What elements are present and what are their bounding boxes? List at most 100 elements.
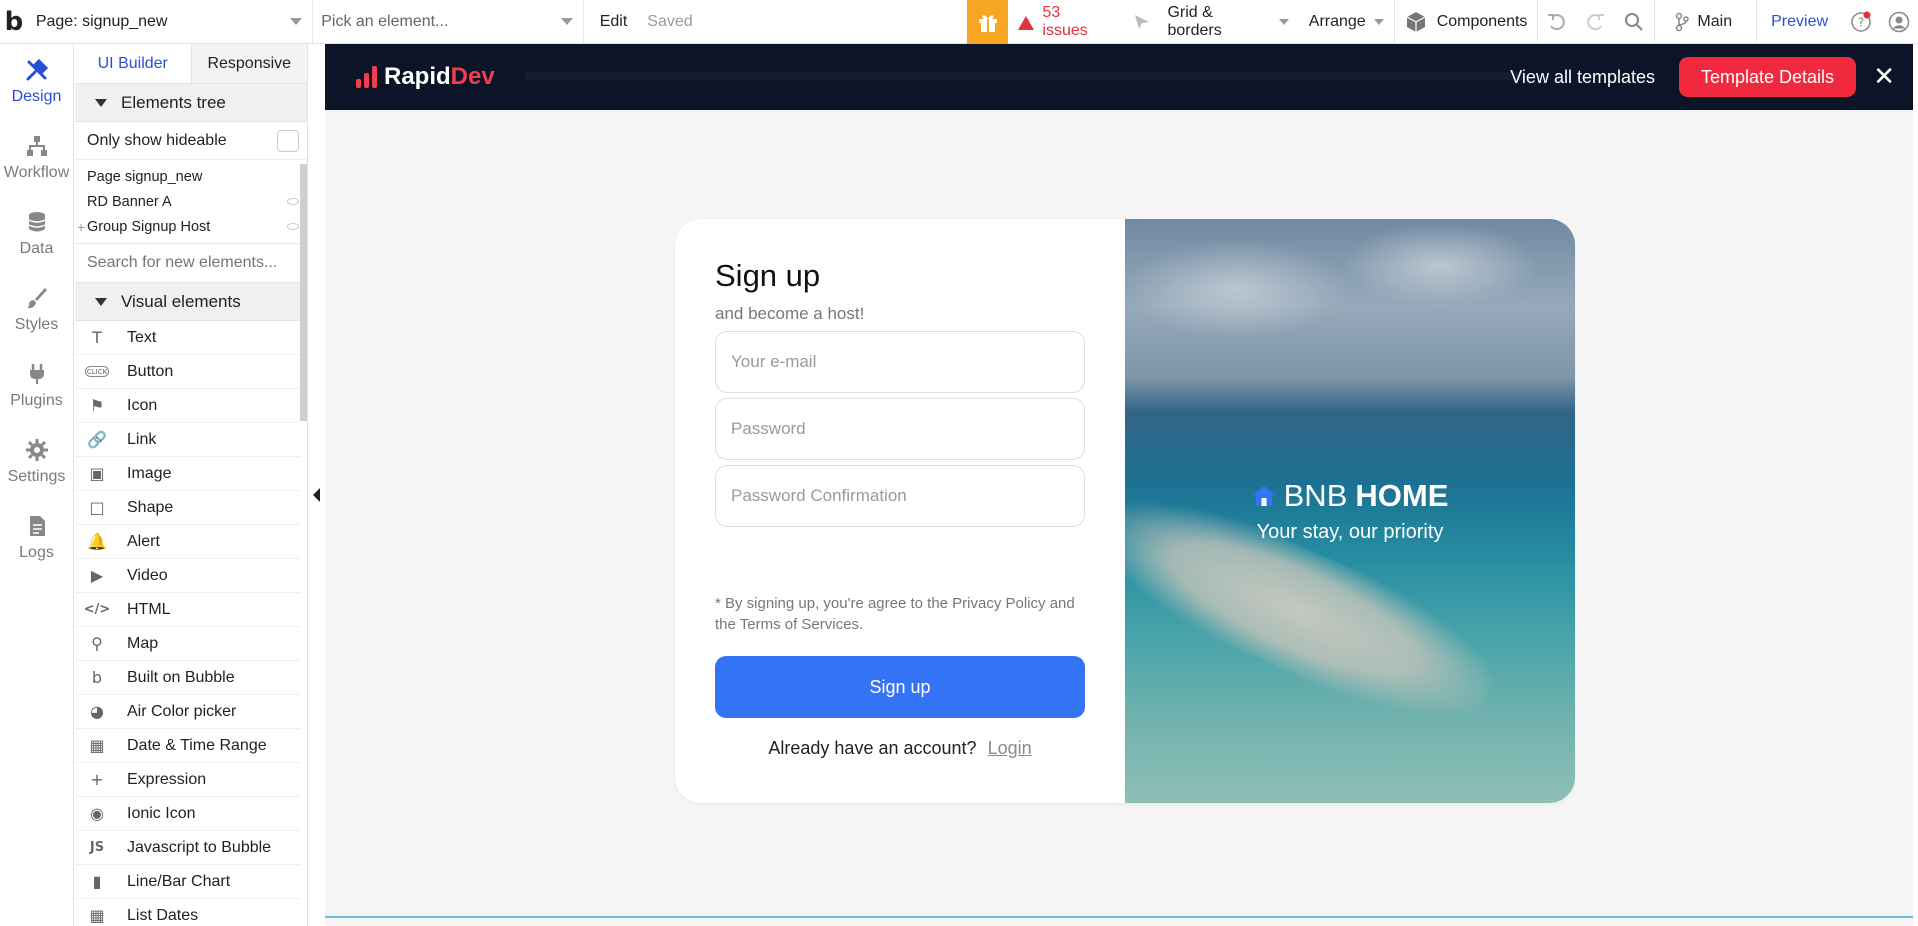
element-type-icon: ▶ [90, 566, 104, 585]
elements-tree-header[interactable]: Elements tree [75, 84, 307, 122]
elements-panel: UI Builder Responsive Elements tree Only… [75, 44, 308, 926]
account-button[interactable] [1880, 0, 1918, 44]
password-input[interactable] [716, 399, 1084, 459]
element-search-input[interactable] [87, 254, 297, 272]
login-link[interactable]: Login [988, 738, 1032, 758]
element-item-label: List Dates [127, 906, 199, 924]
element-type-icon: + [90, 770, 104, 789]
password-field [715, 398, 1085, 460]
element-item-expression[interactable]: + Expression [75, 763, 300, 797]
element-item-icon[interactable]: ⚑ Icon [75, 389, 300, 423]
element-item-video[interactable]: ▶ Video [75, 559, 300, 593]
email-input[interactable] [716, 332, 1084, 392]
password-confirm-input[interactable] [716, 466, 1084, 526]
gift-icon [978, 14, 997, 32]
branch-icon [1676, 12, 1690, 31]
workflow-icon [26, 136, 47, 156]
visual-elements-header[interactable]: Visual elements [75, 283, 307, 321]
grid-borders-menu[interactable]: Grid & borders [1157, 0, 1298, 44]
panel-scrollbar[interactable] [300, 164, 307, 421]
warning-icon [1018, 15, 1035, 30]
visual-elements-list: T Text CLICK Button ⚑ Icon 🔗 Link ▣ Image □ Shape 🔔 A… [75, 321, 307, 926]
element-item-air-color-picker[interactable]: ◕ Air Color picker [75, 695, 300, 729]
chevron-down-icon [1278, 18, 1289, 25]
eye-icon[interactable] [287, 198, 299, 205]
bar-chart-icon [356, 66, 377, 88]
element-item-ionic-icon[interactable]: ◉ Ionic Icon [75, 797, 300, 831]
arrange-menu[interactable]: Arrange [1299, 0, 1394, 44]
element-item-button[interactable]: CLICK Button [75, 355, 300, 389]
tree-item-label: Group Signup Host [87, 218, 211, 235]
element-item-line-bar-chart[interactable]: ▮ Line/Bar Chart [75, 865, 300, 899]
rapiddev-logo[interactable]: Rapid Dev [356, 63, 495, 91]
redo-button[interactable] [1576, 0, 1614, 44]
branch-selector[interactable]: Main [1655, 0, 1756, 44]
element-item-built-on-bubble[interactable]: b Built on Bubble [75, 661, 300, 695]
nav-styles[interactable]: Styles [0, 272, 73, 348]
element-item-text[interactable]: T Text [75, 321, 300, 355]
close-icon[interactable]: ✕ [1873, 44, 1895, 110]
element-item-alert[interactable]: 🔔 Alert [75, 525, 300, 559]
page-selector[interactable]: Page: signup_new [28, 0, 314, 44]
element-picker-label: Pick an element... [321, 12, 449, 30]
nav-design[interactable]: Design [0, 44, 73, 120]
template-details-button[interactable]: Template Details [1679, 57, 1856, 97]
tree-item-rd-banner[interactable]: RD Banner A [75, 189, 307, 214]
signup-form: Sign up and become a host! * By signing … [675, 219, 1125, 803]
eye-icon[interactable] [287, 223, 299, 230]
help-button[interactable]: ? [1842, 0, 1880, 44]
components-label: Components [1436, 12, 1528, 30]
svg-text:?: ? [1858, 15, 1864, 29]
element-item-javascript-to-bubble[interactable]: JS Javascript to Bubble [75, 831, 300, 865]
undo-button[interactable] [1538, 0, 1576, 44]
only-hideable-checkbox[interactable] [277, 129, 299, 152]
nav-settings[interactable]: Settings [0, 424, 73, 500]
tree-item-group-signup[interactable]: + Group Signup Host [75, 214, 307, 239]
element-item-image[interactable]: ▣ Image [75, 457, 300, 491]
tree-item-page[interactable]: Page signup_new [75, 164, 307, 189]
search-button[interactable] [1614, 0, 1654, 44]
element-item-shape[interactable]: □ Shape [75, 491, 300, 525]
bubble-logo[interactable]: b [0, 0, 28, 44]
grid-borders-label: Grid & borders [1167, 3, 1222, 39]
issues-indicator[interactable]: 53 issues [1008, 0, 1119, 44]
bnb-home-brand: BNB HOME [1125, 478, 1575, 514]
element-item-list-dates[interactable]: ▦ List Dates [75, 899, 300, 926]
element-item-label: Button [127, 362, 174, 380]
element-type-icon: ◉ [90, 804, 104, 823]
element-type-icon: b [91, 668, 103, 687]
components-button[interactable]: Components [1395, 0, 1538, 44]
collapse-panel-icon[interactable] [313, 488, 320, 502]
logo-rapid: Rapid [384, 63, 451, 90]
nav-data-label: Data [19, 240, 54, 257]
signup-card: Sign up and become a host! * By signing … [675, 219, 1575, 803]
element-picker[interactable]: Pick an element... [313, 0, 584, 44]
edit-menu[interactable]: Edit [584, 0, 638, 44]
element-type-icon: □ [89, 498, 105, 517]
element-item-label: Expression [127, 770, 207, 788]
signup-button[interactable]: Sign up [715, 656, 1085, 718]
help-icon: ? [1851, 11, 1871, 32]
tree-item-label: RD Banner A [87, 193, 172, 210]
element-type-icon: ◕ [90, 702, 104, 721]
nav-plugins[interactable]: Plugins [0, 348, 73, 424]
expand-plus-icon[interactable]: + [77, 219, 85, 235]
element-item-date-time-range[interactable]: ▦ Date & Time Range [75, 729, 300, 763]
element-item-label: Text [127, 328, 157, 346]
gift-button[interactable] [966, 0, 1009, 44]
nav-logs[interactable]: Logs [0, 500, 73, 576]
nav-styles-label: Styles [14, 316, 59, 333]
tab-ui-builder[interactable]: UI Builder [75, 44, 192, 83]
view-all-templates-link[interactable]: View all templates [1510, 44, 1655, 110]
element-item-map[interactable]: ⚲ Map [75, 627, 300, 661]
nav-data[interactable]: Data [0, 196, 73, 272]
element-item-html[interactable]: </> HTML [75, 593, 300, 627]
login-prompt: Already have an account? Login [675, 738, 1125, 759]
element-item-link[interactable]: 🔗 Link [75, 423, 300, 457]
banner-divider [525, 72, 1525, 80]
nav-workflow[interactable]: Workflow [0, 120, 73, 196]
preview-button[interactable]: Preview [1757, 0, 1842, 44]
select-tool[interactable] [1119, 0, 1157, 44]
tab-responsive[interactable]: Responsive [191, 44, 307, 83]
chevron-down-icon [290, 18, 303, 25]
